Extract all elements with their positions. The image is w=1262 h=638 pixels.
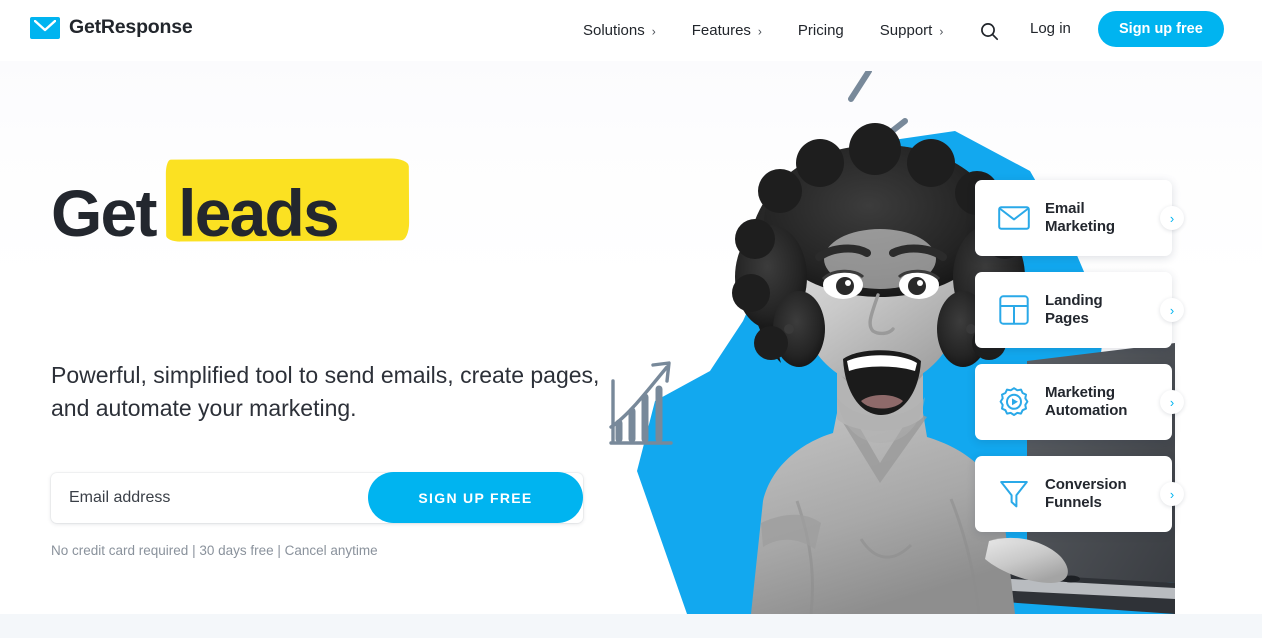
feature-card-list: Email Marketing › Landing Pages › Market… [975,180,1184,548]
chevron-right-icon: › [651,24,656,38]
envelope-icon [30,16,60,39]
feature-card-conversion-funnels[interactable]: Conversion Funnels › [975,456,1184,532]
funnel-icon [997,477,1031,511]
feature-label-line2: Funnels [1045,494,1102,511]
chevron-right-icon: › [757,24,762,38]
signup-free-button[interactable]: Sign up free [1098,11,1224,47]
signup-form: SIGN UP FREE [51,472,583,523]
hero-section: Get leads Powerful, simplified tool to s… [0,61,1262,614]
chevron-right-icon[interactable]: › [1160,390,1184,414]
nav-label: Support [879,22,933,39]
nav-item-pricing[interactable]: Pricing [780,22,862,39]
feature-card-label: Email Marketing [1045,200,1115,237]
headline-highlight: leads [172,176,344,250]
brand-name: GetResponse [69,16,193,38]
search-icon[interactable] [976,18,1002,44]
feature-card-label: Conversion Funnels [1045,476,1127,513]
nav-item-features[interactable]: Features › [674,22,780,39]
feature-card-label: Marketing Automation [1045,384,1127,421]
feature-card-email-marketing[interactable]: Email Marketing › [975,180,1184,256]
nav-item-support[interactable]: Support › [862,22,962,39]
main-nav: Solutions › Features › Pricing Support › [565,0,961,61]
chevron-right-icon: › [939,24,944,38]
feature-label-line2: Pages [1045,310,1089,327]
feature-label-line2: Automation [1045,402,1128,419]
hero-signup-submit-button[interactable]: SIGN UP FREE [368,472,583,523]
feature-label-line2: Marketing [1045,218,1115,235]
feature-label-line1: Marketing [1045,383,1115,401]
feature-label-line1: Landing [1045,291,1103,309]
feature-label-line1: Email [1045,199,1085,217]
feature-card-label: Landing Pages [1045,292,1103,329]
headline-plain: Get [51,176,157,250]
page-title: Get leads [51,180,344,246]
feature-card-landing-pages[interactable]: Landing Pages › [975,272,1184,348]
login-link[interactable]: Log in [1030,20,1071,37]
envelope-icon [997,201,1031,235]
site-header: GetResponse Solutions › Features › Prici… [0,0,1262,61]
next-section-band [0,614,1262,638]
chevron-right-icon[interactable]: › [1160,206,1184,230]
chevron-right-icon[interactable]: › [1160,482,1184,506]
feature-card-marketing-automation[interactable]: Marketing Automation › [975,364,1184,440]
gear-play-icon [997,385,1031,419]
nav-label: Solutions [583,22,645,39]
brand-logo[interactable]: GetResponse [30,16,193,39]
feature-label-line1: Conversion [1045,475,1127,493]
layout-grid-icon [997,293,1031,327]
nav-label: Features [691,22,751,39]
nav-item-solutions[interactable]: Solutions › [565,22,674,39]
nav-label: Pricing [797,22,844,39]
landing-page: GetResponse Solutions › Features › Prici… [0,0,1262,638]
signup-disclaimer: No credit card required | 30 days free |… [51,543,378,558]
chevron-right-icon[interactable]: › [1160,298,1184,322]
hero-subheadline: Powerful, simplified tool to send emails… [51,362,600,421]
